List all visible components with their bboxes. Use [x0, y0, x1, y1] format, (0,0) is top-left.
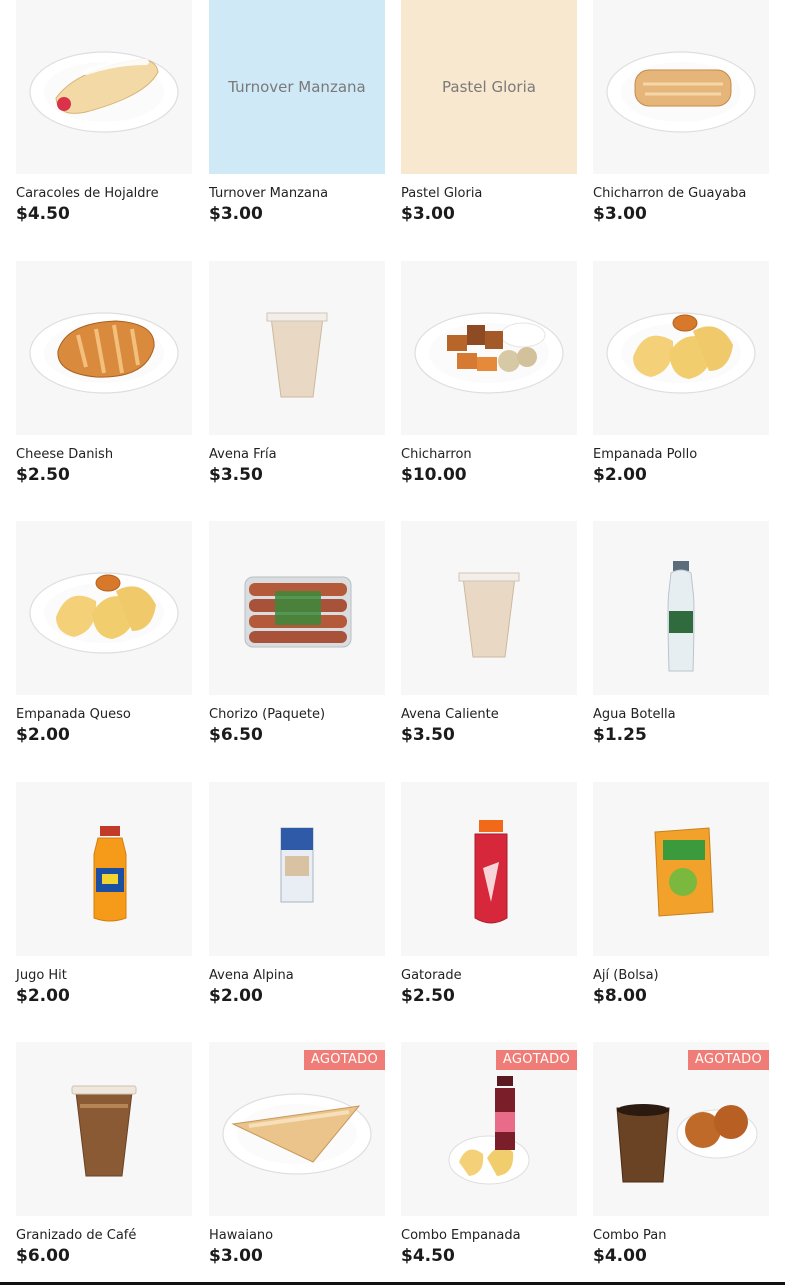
image-placeholder-text: Turnover Manzana — [228, 78, 366, 96]
product-card[interactable]: Granizado de Café $6.00 — [16, 1042, 192, 1282]
product-card[interactable]: AGOTADO Combo Pan $4.00 — [593, 1042, 769, 1282]
product-image[interactable] — [401, 261, 577, 435]
product-image[interactable] — [401, 521, 577, 695]
product-card[interactable]: Pastel Gloria Pastel Gloria $3.00 — [401, 0, 577, 240]
product-name[interactable]: Hawaiano — [209, 1228, 273, 1243]
product-price: $3.00 — [209, 204, 263, 224]
product-price: $3.50 — [401, 725, 455, 745]
product-image[interactable] — [16, 521, 192, 695]
image-placeholder-text: Pastel Gloria — [442, 78, 536, 96]
product-price: $4.00 — [593, 1246, 647, 1266]
product-image[interactable]: AGOTADO — [593, 1042, 769, 1216]
product-card[interactable]: Gatorade $2.50 — [401, 782, 577, 1022]
product-card[interactable]: AGOTADO Combo Empanada $4.50 — [401, 1042, 577, 1282]
product-name[interactable]: Avena Alpina — [209, 968, 294, 983]
product-image[interactable] — [593, 521, 769, 695]
product-image[interactable] — [209, 261, 385, 435]
product-card[interactable]: Avena Fría $3.50 — [209, 261, 385, 501]
product-card[interactable]: Agua Botella $1.25 — [593, 521, 769, 761]
product-image[interactable]: Pastel Gloria — [401, 0, 577, 174]
product-card[interactable]: Caracoles de Hojaldre $4.50 — [16, 0, 192, 240]
product-image[interactable] — [593, 0, 769, 174]
product-price: $2.00 — [16, 725, 70, 745]
product-card[interactable]: Avena Caliente $3.50 — [401, 521, 577, 761]
product-name[interactable]: Gatorade — [401, 968, 462, 983]
product-name[interactable]: Chicharron de Guayaba — [593, 186, 746, 201]
product-card[interactable]: Empanada Pollo $2.00 — [593, 261, 769, 501]
product-image[interactable] — [209, 782, 385, 956]
product-price: $2.50 — [16, 465, 70, 485]
sold-out-badge: AGOTADO — [687, 1050, 769, 1070]
product-image[interactable] — [16, 782, 192, 956]
product-image[interactable] — [209, 521, 385, 695]
product-name[interactable]: Caracoles de Hojaldre — [16, 186, 159, 201]
product-card[interactable]: Chicharron de Guayaba $3.00 — [593, 0, 769, 240]
product-price: $2.00 — [16, 986, 70, 1006]
product-image[interactable] — [401, 782, 577, 956]
product-image[interactable] — [16, 261, 192, 435]
product-name[interactable]: Pastel Gloria — [401, 186, 482, 201]
product-card[interactable]: Chicharron $10.00 — [401, 261, 577, 501]
product-name[interactable]: Jugo Hit — [16, 968, 67, 983]
product-price: $10.00 — [401, 465, 467, 485]
product-price: $2.00 — [209, 986, 263, 1006]
product-price: $3.50 — [209, 465, 263, 485]
product-image[interactable] — [16, 1042, 192, 1216]
product-price: $6.50 — [209, 725, 263, 745]
product-card[interactable]: Jugo Hit $2.00 — [16, 782, 192, 1022]
product-name[interactable]: Ají (Bolsa) — [593, 968, 659, 983]
sold-out-badge: AGOTADO — [303, 1050, 385, 1070]
product-name[interactable]: Empanada Pollo — [593, 447, 697, 462]
product-name[interactable]: Avena Fría — [209, 447, 277, 462]
product-name[interactable]: Avena Caliente — [401, 707, 499, 722]
product-price: $3.00 — [209, 1246, 263, 1266]
product-card[interactable]: AGOTADO Hawaiano $3.00 — [209, 1042, 385, 1282]
product-price: $3.00 — [593, 204, 647, 224]
product-image[interactable]: Turnover Manzana — [209, 0, 385, 174]
product-image[interactable] — [593, 782, 769, 956]
product-image[interactable] — [593, 261, 769, 435]
product-price: $3.00 — [401, 204, 455, 224]
product-card[interactable]: Chorizo (Paquete) $6.50 — [209, 521, 385, 761]
product-name[interactable]: Combo Empanada — [401, 1228, 521, 1243]
product-name[interactable]: Turnover Manzana — [209, 186, 328, 201]
product-card[interactable]: Avena Alpina $2.00 — [209, 782, 385, 1022]
product-name[interactable]: Cheese Danish — [16, 447, 113, 462]
product-price: $2.00 — [593, 465, 647, 485]
product-name[interactable]: Combo Pan — [593, 1228, 667, 1243]
product-name[interactable]: Empanada Queso — [16, 707, 131, 722]
product-price: $6.00 — [16, 1246, 70, 1266]
product-price: $2.50 — [401, 986, 455, 1006]
product-card[interactable]: Cheese Danish $2.50 — [16, 261, 192, 501]
product-card[interactable]: Ají (Bolsa) $8.00 — [593, 782, 769, 1022]
product-name[interactable]: Agua Botella — [593, 707, 676, 722]
product-price: $4.50 — [401, 1246, 455, 1266]
product-image[interactable]: AGOTADO — [209, 1042, 385, 1216]
product-card[interactable]: Turnover Manzana Turnover Manzana $3.00 — [209, 0, 385, 240]
product-name[interactable]: Chicharron — [401, 447, 472, 462]
product-price: $1.25 — [593, 725, 647, 745]
product-image[interactable] — [16, 0, 192, 174]
product-price: $4.50 — [16, 204, 70, 224]
product-name[interactable]: Granizado de Café — [16, 1228, 136, 1243]
sold-out-badge: AGOTADO — [495, 1050, 577, 1070]
product-card[interactable]: Empanada Queso $2.00 — [16, 521, 192, 761]
product-name[interactable]: Chorizo (Paquete) — [209, 707, 325, 722]
product-price: $8.00 — [593, 986, 647, 1006]
product-image[interactable]: AGOTADO — [401, 1042, 577, 1216]
